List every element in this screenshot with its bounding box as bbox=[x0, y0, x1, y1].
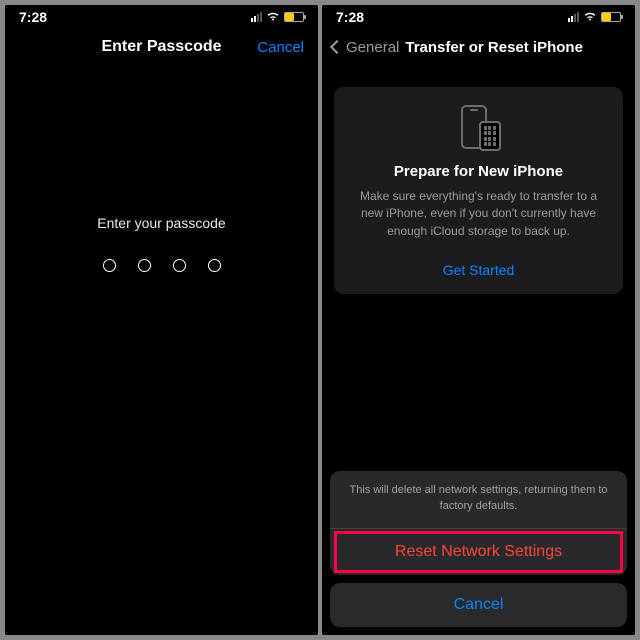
battery-icon bbox=[284, 12, 304, 22]
passcode-prompt: Enter your passcode bbox=[5, 215, 318, 231]
screen-enter-passcode: 7:28 Enter Passcode Cancel Enter your pa… bbox=[5, 5, 318, 635]
devices-icon bbox=[455, 105, 503, 151]
passcode-dot bbox=[173, 259, 186, 272]
status-time: 7:28 bbox=[336, 9, 364, 25]
cellular-icon bbox=[568, 12, 579, 22]
sheet-action-label: Reset Network Settings bbox=[395, 543, 562, 560]
status-time: 7:28 bbox=[19, 9, 47, 25]
nav-bar: General Transfer or Reset iPhone bbox=[322, 27, 635, 67]
passcode-dots[interactable] bbox=[5, 259, 318, 272]
get-started-button[interactable]: Get Started bbox=[348, 262, 609, 278]
screen-transfer-reset: 7:28 General Transfer or Reset iPhone Pr bbox=[322, 5, 635, 635]
prepare-card: Prepare for New iPhone Make sure everyth… bbox=[334, 87, 623, 294]
action-sheet: This will delete all network settings, r… bbox=[330, 471, 627, 627]
nav-title: Transfer or Reset iPhone bbox=[405, 39, 583, 56]
passcode-dot bbox=[138, 259, 151, 272]
status-bar: 7:28 bbox=[5, 5, 318, 27]
reset-network-settings-button[interactable]: Reset Network Settings bbox=[330, 528, 627, 575]
card-subtitle: Make sure everything's ready to transfer… bbox=[348, 188, 609, 240]
wifi-icon bbox=[583, 9, 597, 25]
nav-title: Enter Passcode bbox=[101, 38, 221, 56]
sheet-message: This will delete all network settings, r… bbox=[346, 483, 611, 514]
cancel-button[interactable]: Cancel bbox=[257, 39, 304, 56]
cellular-icon bbox=[251, 12, 262, 22]
back-button[interactable]: General bbox=[346, 39, 399, 56]
nav-bar: Enter Passcode Cancel bbox=[5, 27, 318, 67]
wifi-icon bbox=[266, 9, 280, 25]
chevron-left-icon[interactable] bbox=[330, 40, 344, 54]
card-title: Prepare for New iPhone bbox=[348, 163, 609, 180]
passcode-dot bbox=[103, 259, 116, 272]
status-bar: 7:28 bbox=[322, 5, 635, 27]
passcode-dot bbox=[208, 259, 221, 272]
battery-icon bbox=[601, 12, 621, 22]
sheet-cancel-button[interactable]: Cancel bbox=[330, 583, 627, 627]
